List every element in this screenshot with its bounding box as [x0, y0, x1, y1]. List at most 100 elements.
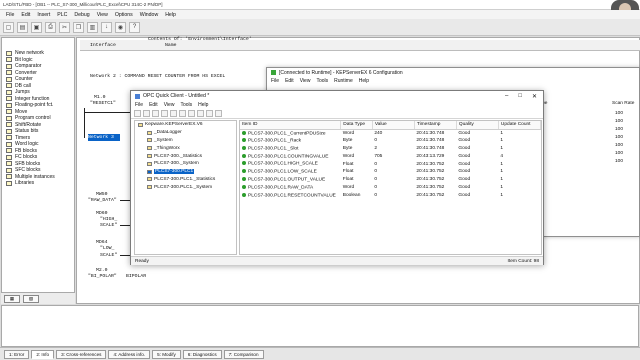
table-row[interactable]: PLCS7-300.PLC1._Slot Byte 2 20:41:30.748 Goo…	[240, 145, 541, 153]
column-header[interactable]: Item ID	[240, 121, 342, 130]
table-cell: 20:41:30.748	[414, 129, 456, 137]
bottom-tab[interactable]: 5: Modify	[152, 349, 181, 359]
table-cell: 20:41:30.752	[414, 160, 456, 168]
opc-menu-tools[interactable]: Tools	[180, 102, 192, 108]
menu-item-file[interactable]: File	[6, 12, 14, 18]
minimize-icon[interactable]: –	[505, 93, 508, 100]
opc-tree-node[interactable]: PLCS7-300.PLC1	[135, 168, 236, 176]
table-row[interactable]: PLCS7-300.PLC1.RAW_DATA Word 0 20:41:30.752…	[240, 184, 541, 192]
cut-icon[interactable]: ✂	[59, 21, 70, 33]
config-menu-runtime[interactable]: Runtime	[334, 78, 353, 84]
menu-item-plc[interactable]: PLC	[57, 12, 67, 18]
config-menu-edit[interactable]: Edit	[285, 78, 294, 84]
table-cell: 20:41:30.752	[414, 168, 456, 176]
interface-label[interactable]: Interface	[90, 43, 116, 48]
config-menu-file[interactable]: File	[271, 78, 279, 84]
opc-menu-view[interactable]: View	[164, 102, 175, 108]
new-server-icon[interactable]	[161, 110, 168, 117]
new-icon[interactable]	[134, 110, 141, 117]
menu-item-insert[interactable]: Insert	[37, 12, 50, 18]
call-structure-tab[interactable]: ▧	[23, 294, 39, 303]
column-header[interactable]: Update Count	[498, 121, 542, 130]
table-row[interactable]: PLCS7-300.PLC1._Rack Byte 0 20:41:30.748 Goo…	[240, 137, 541, 145]
bottom-tab[interactable]: 7: Comparison	[223, 349, 264, 359]
bottom-tab[interactable]: 1: Error	[4, 349, 30, 359]
menu-item-debug[interactable]: Debug	[74, 12, 89, 18]
open-icon[interactable]	[143, 110, 150, 117]
network-2-title[interactable]: Network 2 : COMMAND RESET COUNTER FROM H…	[90, 74, 225, 79]
menu-item-options[interactable]: Options	[115, 12, 133, 18]
config-menu-tools[interactable]: Tools	[316, 78, 328, 84]
md64-address: MD64	[96, 240, 108, 245]
column-header[interactable]: Data Type	[340, 121, 373, 130]
maximize-icon[interactable]: □	[518, 93, 522, 100]
column-header[interactable]: Quality	[456, 121, 499, 130]
table-row[interactable]: PLCS7-300.PLC1.HIGH_SCALE Float 0 20:41:30.…	[240, 160, 541, 168]
download-icon[interactable]: ↓	[101, 21, 112, 33]
cut-icon[interactable]	[188, 110, 195, 117]
tree-item[interactable]: Libraries	[2, 180, 74, 187]
opc-tree-node[interactable]: Kepware.KEPServerEX.V6	[135, 121, 236, 129]
new-group-icon[interactable]	[170, 110, 177, 117]
column-header[interactable]: Timestamp	[414, 121, 457, 130]
menu-item-window[interactable]: Window	[140, 12, 158, 18]
bottom-tab[interactable]: 6: Diagnostics	[182, 349, 222, 359]
scan-rate-value: 100	[615, 143, 624, 148]
bottom-tab[interactable]: 2: Info	[31, 349, 55, 359]
table-cell: Byte	[341, 137, 373, 145]
program-elements-tab[interactable]: ▦	[4, 294, 20, 303]
cell-text: 1	[500, 177, 504, 183]
copy-icon[interactable]	[197, 110, 204, 117]
opc-menu-file[interactable]: File	[135, 102, 143, 108]
config-menu-view[interactable]: View	[300, 78, 311, 84]
menu-item-view[interactable]: View	[97, 12, 108, 18]
opc-tree-label: PLCS7-300.PLC1._System	[154, 184, 213, 190]
table-row[interactable]: PLCS7-300.PLC1._CurrentPDUSize Word 240 20:…	[240, 129, 541, 137]
column-header[interactable]: Value	[372, 121, 415, 130]
table-cell: Float	[341, 168, 373, 176]
new-item-icon[interactable]	[179, 110, 186, 117]
opc-tree-node[interactable]: PLCS7-300.PLC1._System	[135, 183, 236, 191]
opc-quick-client-window[interactable]: OPC Quick Client - Untitled * – □ ✕ File…	[130, 90, 544, 265]
opc-menu-edit[interactable]: Edit	[149, 102, 158, 108]
opc-menu-help[interactable]: Help	[198, 102, 208, 108]
cell-text: Word	[342, 130, 355, 136]
copy-icon[interactable]: ❐	[73, 21, 84, 33]
paste-icon[interactable]: ▥	[87, 21, 98, 33]
paste-icon[interactable]	[206, 110, 213, 117]
opc-tree-node[interactable]: PLCS7-300.PLC1._Statistics	[135, 176, 236, 184]
delete-icon[interactable]	[215, 110, 222, 117]
interface-bar: Contents Of: 'Environment\Interface' Int…	[80, 37, 640, 51]
help-icon[interactable]: ?	[129, 21, 140, 33]
opc-tree-node[interactable]: _ThingWorx	[135, 144, 236, 152]
tag-status-icon	[242, 130, 246, 135]
tag-status-icon	[242, 192, 246, 197]
print-icon[interactable]: ⎙	[45, 21, 56, 33]
table-row[interactable]: PLCS7-300.PLC1.COUNTINGVALUE Word 705 20:43…	[240, 152, 541, 160]
tree-item-label: Shift/Rotate	[15, 121, 42, 128]
close-icon[interactable]: ✕	[532, 93, 537, 100]
cell-text: 20:41:30.752	[416, 177, 445, 183]
new-file-icon[interactable]: ▢	[3, 21, 14, 33]
network-3-label[interactable]: Network 3	[88, 134, 120, 141]
opc-tree-node[interactable]: PLCS7-300._Statistics	[135, 152, 236, 160]
table-row[interactable]: PLCS7-300.PLC1.RESETCOUNTVALUE Boolean 0 20…	[240, 191, 541, 199]
save-icon[interactable]: ▣	[31, 21, 42, 33]
folder-icon	[147, 185, 152, 190]
opc-tree-node[interactable]: _System	[135, 137, 236, 145]
table-row[interactable]: PLCS7-300.PLC1.OUTPUT_VALUE Float 0 20:41:3…	[240, 176, 541, 184]
menu-item-edit[interactable]: Edit	[21, 12, 30, 18]
opc-tree-node[interactable]: PLCS7-300._System	[135, 160, 236, 168]
bottom-tab[interactable]: 4: Address info.	[108, 349, 151, 359]
app-title: LAD/STL/FBD - [OB1 -- PLC_S7-300_Millico…	[3, 2, 163, 7]
monitor-icon[interactable]: ◉	[115, 21, 126, 33]
bottom-tab[interactable]: 3: Cross-references	[56, 349, 107, 359]
open-folder-icon[interactable]: ▤	[17, 21, 28, 33]
menu-item-help[interactable]: Help	[165, 12, 176, 18]
tree-item-label: Bit logic	[15, 56, 33, 63]
config-menu-help[interactable]: Help	[359, 78, 369, 84]
save-icon[interactable]	[152, 110, 159, 117]
program-elements-footer: ▦ ▧	[1, 292, 75, 304]
table-row[interactable]: PLCS7-300.PLC1.LOW_SCALE Float 0 20:41:30.7…	[240, 168, 541, 176]
opc-tree-node[interactable]: _DataLogger	[135, 129, 236, 137]
